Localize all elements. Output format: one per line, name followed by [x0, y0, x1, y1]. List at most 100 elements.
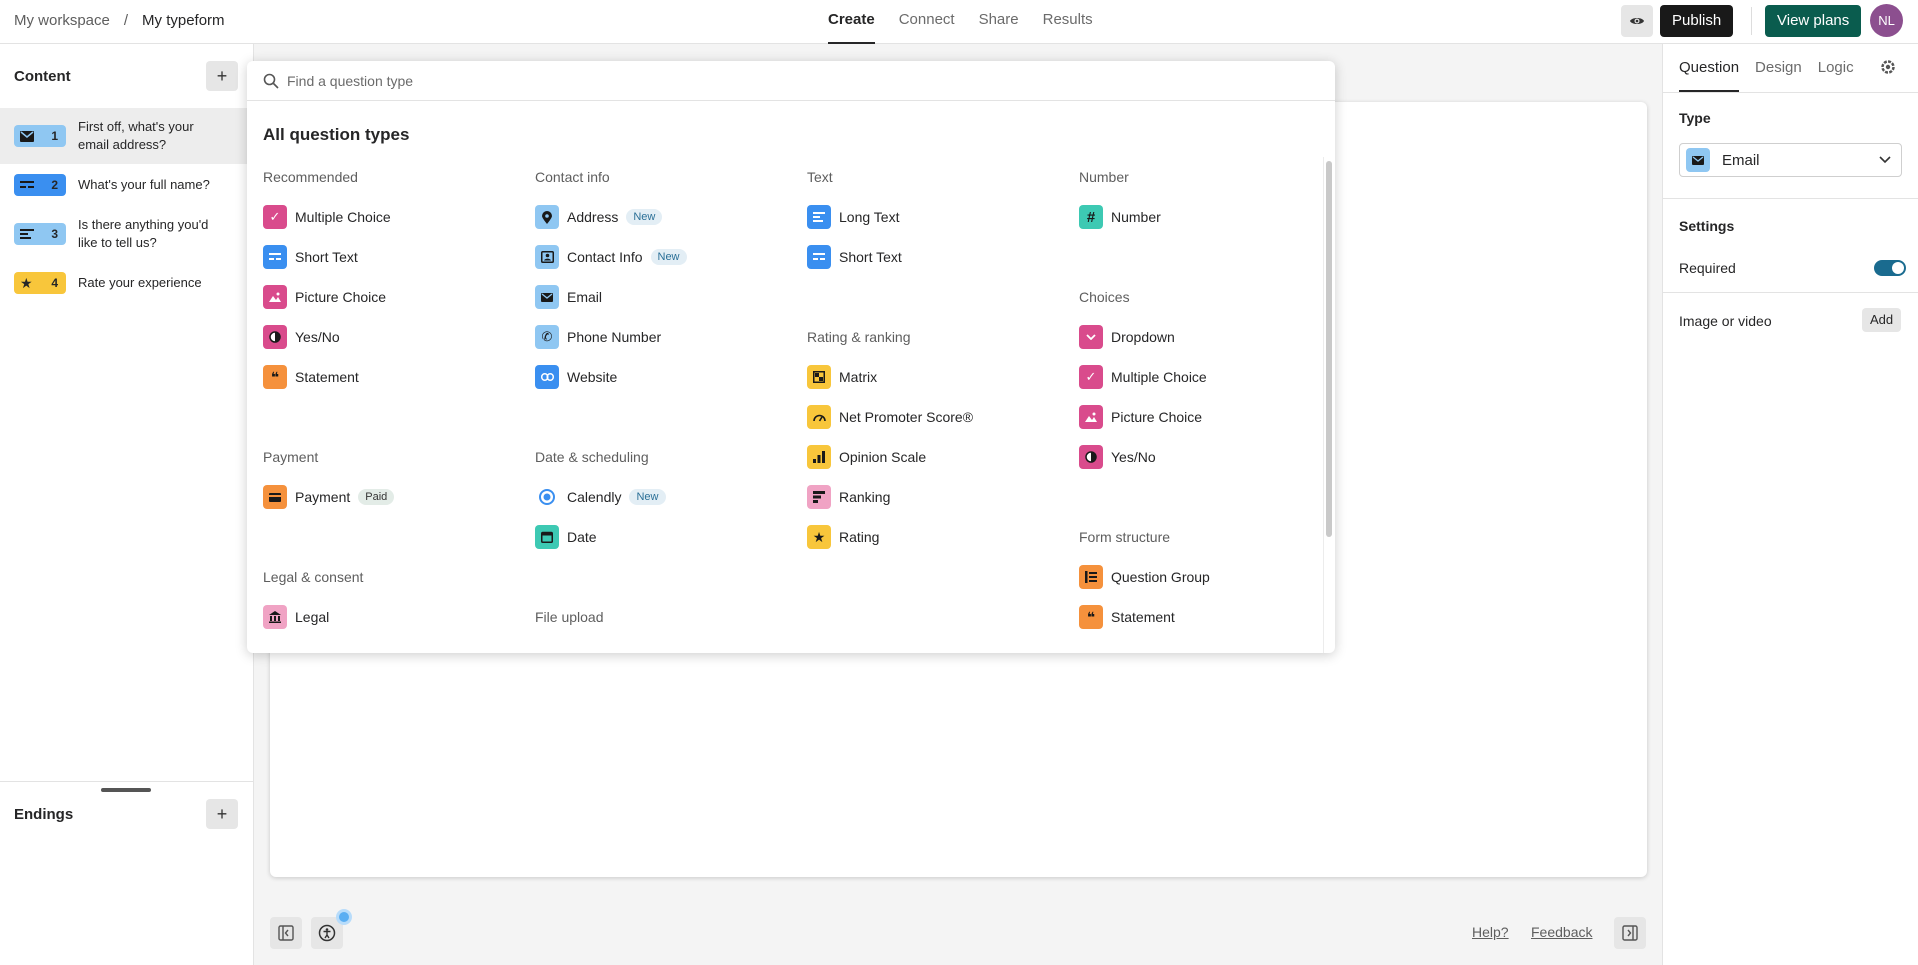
option-short-text[interactable]: Short Text	[263, 245, 358, 269]
breadcrumb-workspace[interactable]: My workspace	[14, 12, 110, 29]
option-label: Email	[567, 289, 603, 305]
option-label: Question Group	[1111, 569, 1210, 585]
toggle-left-panel-button[interactable]	[270, 917, 302, 949]
question-item-4[interactable]: ★ 4 Rate your experience	[0, 262, 253, 304]
option-multiple-choice[interactable]: ✓ Multiple Choice	[1079, 365, 1207, 389]
toggle-right-panel-button[interactable]	[1614, 917, 1646, 949]
option-opinion-scale[interactable]: Opinion Scale	[807, 445, 926, 469]
option-contact-info[interactable]: Contact Info New	[535, 245, 687, 269]
tab-logic[interactable]: Logic	[1818, 44, 1854, 92]
option-address[interactable]: Address New	[535, 205, 663, 229]
question-type-select[interactable]: Email	[1679, 143, 1902, 177]
menu-scrollbar[interactable]	[1326, 161, 1332, 537]
add-media-button[interactable]: Add	[1862, 308, 1902, 332]
question-badge: 2	[14, 174, 66, 196]
plus-icon: +	[216, 65, 228, 86]
option-number[interactable]: # Number	[1079, 205, 1161, 229]
option-website[interactable]: Website	[535, 365, 617, 389]
question-number: 1	[51, 129, 58, 143]
preview-button[interactable]	[1621, 5, 1653, 37]
mail-icon	[535, 285, 559, 309]
option-matrix[interactable]: Matrix	[807, 365, 877, 389]
question-item-1[interactable]: 1 First off, what's your email address?	[0, 108, 253, 164]
feedback-link[interactable]: Feedback	[1531, 924, 1592, 940]
avatar[interactable]: NL	[1870, 4, 1903, 37]
option-net-promoter-score[interactable]: Net Promoter Score®	[807, 405, 973, 429]
tab-create[interactable]: Create	[828, 0, 875, 44]
option-label: Statement	[295, 369, 359, 385]
question-item-2[interactable]: 2 What's your full name?	[0, 164, 253, 206]
endings-title: Endings	[14, 806, 74, 823]
option-date[interactable]: Date	[535, 525, 597, 549]
option-picture-choice[interactable]: Picture Choice	[1079, 405, 1202, 429]
question-text: What's your full name?	[78, 177, 210, 192]
long-text-icon	[807, 205, 831, 229]
option-payment[interactable]: Payment Paid	[263, 485, 395, 509]
option-label: Contact Info	[567, 249, 643, 265]
settings-label: Settings	[1679, 218, 1735, 234]
publish-button[interactable]: Publish	[1660, 5, 1734, 37]
breadcrumb-separator: /	[123, 12, 129, 29]
plus-icon: +	[216, 803, 228, 824]
option-label: Long Text	[839, 209, 900, 225]
help-link[interactable]: Help?	[1472, 924, 1509, 940]
tab-connect[interactable]: Connect	[899, 0, 955, 44]
panel-divider	[1663, 92, 1918, 93]
gauge-icon	[807, 405, 831, 429]
option-calendly[interactable]: Calendly New	[535, 485, 666, 509]
option-picture-choice[interactable]: Picture Choice	[263, 285, 386, 309]
section-form-structure: Form structure	[1079, 529, 1171, 545]
option-question-group[interactable]: Question Group	[1079, 565, 1210, 589]
new-badge: New	[629, 489, 666, 505]
option-rating[interactable]: ★ Rating	[807, 525, 879, 549]
paid-badge: Paid	[358, 489, 395, 505]
option-ranking[interactable]: Ranking	[807, 485, 890, 509]
section-file-upload: File upload	[535, 609, 604, 625]
option-label: Short Text	[839, 249, 902, 265]
quote-icon: ❝	[1079, 605, 1103, 629]
search-input[interactable]	[287, 72, 887, 89]
required-toggle[interactable]	[1874, 260, 1906, 276]
add-question-button[interactable]: +	[206, 61, 238, 91]
left-panel: Content + 1 First off, what's your email…	[0, 44, 254, 965]
top-bar: My workspace / My typeform Create Connec…	[0, 0, 1918, 44]
option-yes-no[interactable]: Yes/No	[263, 325, 340, 349]
panel-divider	[0, 781, 253, 782]
short-text-icon	[20, 181, 34, 188]
tab-results[interactable]: Results	[1043, 0, 1093, 44]
option-dropdown[interactable]: Dropdown	[1079, 325, 1175, 349]
option-multiple-choice[interactable]: ✓ Multiple Choice	[263, 205, 391, 229]
matrix-icon	[807, 365, 831, 389]
section-recommended: Recommended	[263, 169, 358, 185]
star-icon: ★	[807, 525, 831, 549]
resize-handle[interactable]	[101, 788, 151, 792]
option-long-text[interactable]: Long Text	[807, 205, 899, 229]
view-plans-button[interactable]: View plans	[1765, 5, 1862, 37]
breadcrumb-form-title[interactable]: My typeform	[142, 12, 225, 29]
option-email[interactable]: Email	[535, 285, 602, 309]
required-label: Required	[1679, 260, 1736, 276]
option-statement[interactable]: ❝ Statement	[1079, 605, 1175, 629]
picture-icon	[263, 285, 287, 309]
option-label: Picture Choice	[295, 289, 387, 305]
option-legal[interactable]: Legal	[263, 605, 329, 629]
option-statement[interactable]: ❝ Statement	[263, 365, 359, 389]
tab-design[interactable]: Design	[1755, 44, 1802, 92]
option-phone-number[interactable]: ✆ Phone Number	[535, 325, 661, 349]
section-payment: Payment	[263, 449, 319, 465]
tab-share[interactable]: Share	[979, 0, 1019, 44]
hash-icon: #	[1079, 205, 1103, 229]
add-ending-button[interactable]: +	[206, 799, 238, 829]
gear-icon[interactable]	[1879, 58, 1897, 76]
option-short-text[interactable]: Short Text	[807, 245, 902, 269]
checkmark-icon: ✓	[1079, 365, 1103, 389]
option-label: Yes/No	[295, 329, 340, 345]
half-circle-icon	[1079, 445, 1103, 469]
option-yes-no[interactable]: Yes/No	[1079, 445, 1156, 469]
question-item-3[interactable]: 3 Is there anything you'd like to tell u…	[0, 206, 253, 262]
picture-icon	[1079, 405, 1103, 429]
chevron-down-icon	[1879, 156, 1891, 164]
tab-question[interactable]: Question	[1679, 44, 1740, 92]
section-choices: Choices	[1079, 289, 1130, 305]
option-label: Legal	[295, 609, 330, 625]
